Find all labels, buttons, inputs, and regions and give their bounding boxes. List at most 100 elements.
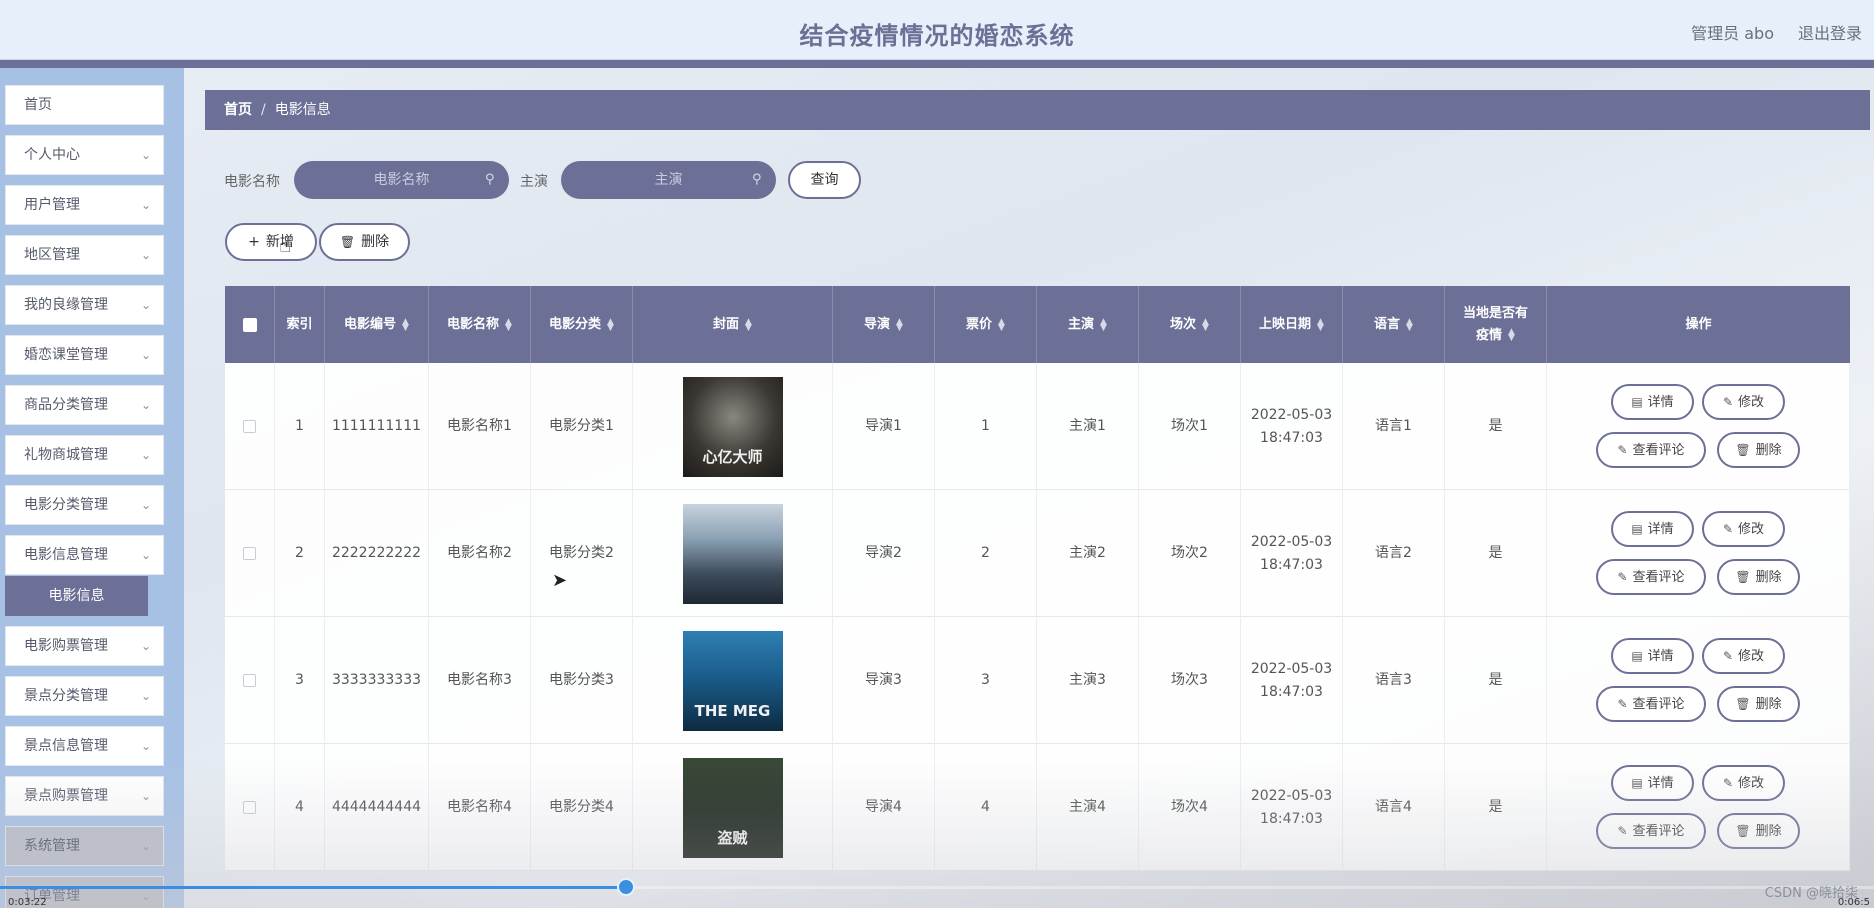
sidebar-item-user-management[interactable]: 用户管理 ⌄ [5, 185, 164, 225]
row-checkbox[interactable] [243, 801, 256, 814]
session-cell: 场次3 [1139, 617, 1241, 744]
plus-icon: + [248, 234, 260, 250]
row-delete-button[interactable]: 🗑 删除 [1717, 813, 1800, 849]
table-row: 1 1111111111 电影名称1 电影分类1 心亿大师 导演1 1 主演1 场次1 2022-… [225, 363, 1850, 490]
cover-cell: 心亿大师 [633, 363, 833, 490]
column-header-category[interactable]: 电影分类 ▲ ▼ [531, 286, 633, 363]
sidebar-item-goods-category[interactable]: 商品分类管理 ⌄ [5, 385, 164, 425]
movie-cover-image [682, 503, 783, 604]
sidebar-item-home[interactable]: 首页 [5, 85, 164, 125]
edit-button[interactable]: ✎ 修改 [1702, 511, 1785, 547]
query-button[interactable]: 查询 [788, 161, 861, 199]
arrow-cursor-icon: ➤ [552, 570, 568, 591]
release-date-cell: 2022-05-03 18:47:03 [1241, 617, 1343, 744]
sidebar-item-my-match[interactable]: 我的良缘管理 ⌄ [5, 285, 164, 325]
document-icon: ▤ [1631, 776, 1643, 790]
sidebar-item-spot-info[interactable]: 景点信息管理 ⌄ [5, 726, 164, 766]
row-delete-button[interactable]: 🗑 删除 [1717, 686, 1800, 722]
sidebar-item-label: 系统管理 [24, 838, 80, 854]
actor-cell: 主演1 [1037, 363, 1139, 490]
sidebar-item-love-class[interactable]: 婚恋课堂管理 ⌄ [5, 335, 164, 375]
column-header-epidemic[interactable]: 当地是否有 疫情 ▲ ▼ [1445, 286, 1547, 363]
director-cell: 导演4 [833, 744, 935, 871]
sort-icon: ▲ ▼ [998, 316, 1005, 333]
row-delete-button[interactable]: 🗑 删除 [1717, 559, 1800, 595]
select-all-checkbox[interactable] [225, 286, 275, 363]
column-header-name[interactable]: 电影名称 ▲ ▼ [429, 286, 531, 363]
sidebar-item-label: 用户管理 [24, 197, 80, 213]
actor-label: 主演 [520, 174, 548, 190]
delete-button[interactable]: 🗑 删除 [319, 223, 410, 261]
column-header-date[interactable]: 上映日期 ▲ ▼ [1241, 286, 1343, 363]
sidebar-item-movie-category[interactable]: 电影分类管理 ⌄ [5, 485, 164, 525]
row-checkbox[interactable] [243, 420, 256, 433]
sort-icon: ▲ ▼ [505, 316, 512, 333]
edit-button[interactable]: ✎ 修改 [1702, 384, 1785, 420]
director-cell: 导演1 [833, 363, 935, 490]
actor-input[interactable] [561, 161, 776, 199]
admin-label: 管理员 abo [1691, 24, 1774, 43]
sidebar-item-label: 商品分类管理 [24, 397, 108, 413]
sidebar-item-spot-category[interactable]: 景点分类管理 ⌄ [5, 676, 164, 716]
chevron-down-icon: ⌄ [140, 348, 151, 362]
epidemic-cell: 是 [1445, 363, 1547, 490]
column-header-session[interactable]: 场次 ▲ ▼ [1139, 286, 1241, 363]
sidebar-item-movie-info[interactable]: 电影信息管理 ⌄ [5, 535, 164, 575]
movie-cover-title: THE MEG [694, 701, 771, 720]
chevron-down-icon: ⌄ [140, 198, 151, 212]
actions-cell: ▤ 详情 ✎ 修改 ✎ 查看评论 🗑 删除 [1547, 363, 1850, 490]
sidebar-item-label: 电影分类管理 [24, 497, 108, 513]
breadcrumb-home[interactable]: 首页 [224, 102, 252, 118]
logout-link[interactable]: 退出登录 [1798, 20, 1862, 44]
view-comments-button[interactable]: ✎ 查看评论 [1596, 813, 1706, 849]
edit-button[interactable]: ✎ 修改 [1702, 765, 1785, 801]
column-header-language[interactable]: 语言 ▲ ▼ [1343, 286, 1445, 363]
sidebar-item-label: 电影信息管理 [24, 547, 108, 563]
sidebar-subitem-movie-info[interactable]: 电影信息 [5, 576, 148, 616]
sidebar-item-gift-mall[interactable]: 礼物商城管理 ⌄ [5, 435, 164, 475]
detail-button[interactable]: ▤ 详情 [1611, 765, 1694, 801]
column-header-price[interactable]: 票价 ▲ ▼ [935, 286, 1037, 363]
sidebar-item-label: 我的良缘管理 [24, 297, 108, 313]
language-cell: 语言3 [1343, 617, 1445, 744]
view-comments-button[interactable]: ✎ 查看评论 [1596, 432, 1706, 468]
video-progress-fill [0, 886, 626, 889]
name-cell: 电影名称3 [429, 617, 531, 744]
column-header-actor[interactable]: 主演 ▲ ▼ [1037, 286, 1139, 363]
session-cell: 场次1 [1139, 363, 1241, 490]
column-header-code[interactable]: 电影编号 ▲ ▼ [325, 286, 429, 363]
add-button[interactable]: + 新增 [225, 223, 317, 261]
sort-icon: ▲ ▼ [1100, 316, 1107, 333]
actor-cell: 主演4 [1037, 744, 1139, 871]
detail-button[interactable]: ▤ 详情 [1611, 638, 1694, 674]
sidebar-item-region-management[interactable]: 地区管理 ⌄ [5, 235, 164, 275]
sidebar-item-system[interactable]: 系统管理 ⌄ [5, 826, 164, 866]
view-comments-button[interactable]: ✎ 查看评论 [1596, 686, 1706, 722]
movie-table: 索引 电影编号 ▲ ▼ 电影名称 ▲ ▼ 电影分类 ▲ ▼ 封面 ▲ ▼ 导演 ▲ ▼ 票价 ▲ ▼ 主… [225, 286, 1850, 908]
view-comments-button-label: 查看评论 [1632, 824, 1685, 839]
column-header-cover[interactable]: 封面 ▲ ▼ [633, 286, 833, 363]
detail-button[interactable]: ▤ 详情 [1611, 384, 1694, 420]
sidebar-item-movie-tickets[interactable]: 电影购票管理 ⌄ [5, 626, 164, 666]
edit-button-label: 修改 [1738, 776, 1765, 791]
row-checkbox[interactable] [243, 674, 256, 687]
breadcrumb-separator: / [261, 102, 266, 118]
director-cell: 导演2 [833, 490, 935, 617]
movie-cover-image: 心亿大师 [682, 376, 783, 477]
view-comments-button[interactable]: ✎ 查看评论 [1596, 559, 1706, 595]
row-select-cell [225, 490, 275, 617]
chevron-down-icon: ⌄ [140, 148, 151, 162]
row-checkbox[interactable] [243, 547, 256, 560]
sidebar-item-personal-center[interactable]: 个人中心 ⌄ [5, 135, 164, 175]
detail-button-label: 详情 [1647, 649, 1674, 664]
column-header-director[interactable]: 导演 ▲ ▼ [833, 286, 935, 363]
video-progress-knob[interactable] [617, 878, 635, 896]
release-date: 2022-05-03 18:47:03 [1250, 533, 1333, 573]
detail-button[interactable]: ▤ 详情 [1611, 511, 1694, 547]
sidebar-item-spot-tickets[interactable]: 景点购票管理 ⌄ [5, 776, 164, 816]
row-delete-button[interactable]: 🗑 删除 [1717, 432, 1800, 468]
row-delete-button-label: 删除 [1755, 697, 1782, 712]
edit-button[interactable]: ✎ 修改 [1702, 638, 1785, 674]
movie-name-input[interactable] [294, 161, 509, 199]
pencil-icon: ✎ [1722, 395, 1734, 409]
